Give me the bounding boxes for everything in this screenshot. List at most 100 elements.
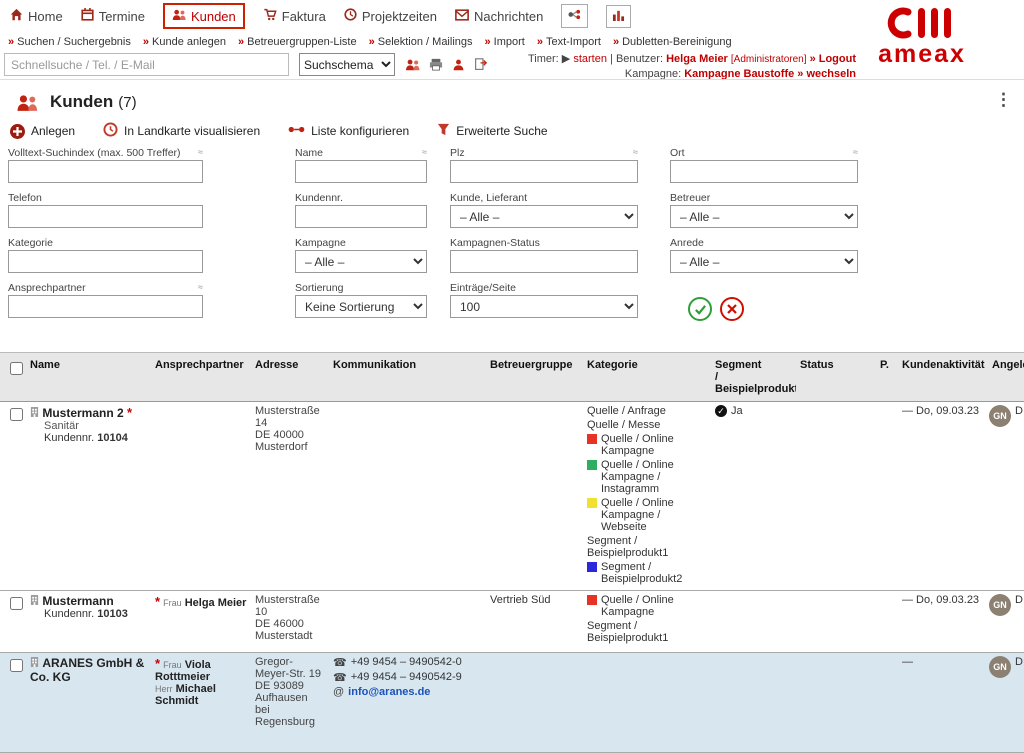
timer-start-link[interactable]: starten xyxy=(573,53,607,65)
nav-kunden-label: Kunden xyxy=(191,9,236,24)
volltext-input[interactable] xyxy=(8,160,203,183)
avatar: GN xyxy=(989,656,1011,678)
anlegen-button[interactable]: Anlegen xyxy=(10,124,75,139)
kampagnen-status-input[interactable] xyxy=(450,250,638,273)
customer-name[interactable]: ARANES GmbH & Co. KG xyxy=(30,656,144,684)
search-reset-button[interactable] xyxy=(720,297,744,321)
subnav-import-label: Import xyxy=(494,36,525,48)
subnav-dubletten-label: Dubletten-Bereinigung xyxy=(622,36,731,48)
kategorie-label: Kategorie xyxy=(8,237,53,249)
ort-input[interactable] xyxy=(670,160,858,183)
ansprechpartner-input[interactable] xyxy=(8,295,203,318)
kundennr-input[interactable] xyxy=(295,205,427,228)
contacts-icon[interactable] xyxy=(452,58,465,71)
nav-termine[interactable]: Termine xyxy=(81,8,145,24)
chevron-icon: » xyxy=(485,36,491,48)
category-color-square xyxy=(587,562,597,572)
kundennr-value: 10103 xyxy=(97,608,128,620)
nav-faktura-label: Faktura xyxy=(282,9,326,24)
category-color-square xyxy=(587,498,597,508)
clock-icon xyxy=(344,8,357,24)
eintraege-select[interactable]: 100 xyxy=(450,295,638,318)
suchschema-select[interactable]: Suchschema xyxy=(299,53,395,76)
filter-form: Volltext-Suchindex (max. 500 Treffer)≈ T… xyxy=(0,147,1024,347)
subnav-dubletten[interactable]: »Dubletten-Bereinigung xyxy=(613,36,732,48)
liste-konfigurieren-label: Liste konfigurieren xyxy=(311,124,409,138)
anrede-text: Frau xyxy=(163,598,182,608)
select-all-checkbox[interactable] xyxy=(10,362,23,375)
subnav-kunde-anlegen-label: Kunde anlegen xyxy=(152,36,226,48)
users-small-icon[interactable] xyxy=(405,58,420,71)
export-icon[interactable] xyxy=(474,58,487,71)
kundennr-label: Kundennr. xyxy=(44,432,94,444)
logout-link[interactable]: » Logout xyxy=(810,53,856,65)
kundenaktivitaet-cell: — Do, 09.03.23 xyxy=(898,402,988,590)
calendar-icon xyxy=(81,8,94,24)
row-checkbox[interactable] xyxy=(10,408,23,421)
sub-navigation: »Suchen / Suchergebnis »Kunde anlegen »B… xyxy=(0,36,865,48)
nav-faktura[interactable]: Faktura xyxy=(263,8,326,24)
page-title: Kunden xyxy=(50,92,113,112)
plz-input[interactable] xyxy=(450,160,638,183)
chevron-icon: » xyxy=(537,36,543,48)
benutzer-role: [Administratoren] xyxy=(731,54,807,65)
angelegt-text: D xyxy=(1015,594,1023,606)
nav-nachrichten-label: Nachrichten xyxy=(474,9,543,24)
table-header-row: Name Ansprechpartner Adresse Kommunikati… xyxy=(0,352,1024,402)
sortierung-select[interactable]: Keine Sortierung xyxy=(295,295,427,318)
table-row[interactable]: Mustermann Kundennr. 10103 * Frau Helga … xyxy=(0,591,1024,653)
col-status: Status xyxy=(796,356,876,398)
subnav-suchen[interactable]: »Suchen / Suchergebnis xyxy=(8,36,131,48)
liste-konfigurieren-button[interactable]: Liste konfigurieren xyxy=(288,124,409,138)
betreuer-select[interactable]: – Alle – xyxy=(670,205,858,228)
landkarte-label: In Landkarte visualisieren xyxy=(124,124,260,138)
category-label: Quelle / Online Kampagne / Webseite xyxy=(601,497,707,533)
fuzzy-icon: ≈ xyxy=(198,282,203,292)
row-checkbox[interactable] xyxy=(10,597,23,610)
relations-button[interactable] xyxy=(561,4,588,28)
search-submit-button[interactable] xyxy=(688,297,712,321)
email-link[interactable]: info@aranes.de xyxy=(348,686,430,698)
col-angelegt: Angele xyxy=(988,356,1024,398)
category-label: Segment / Beispielprodukt1 xyxy=(587,620,707,644)
kunden-page-icon xyxy=(16,93,38,112)
subnav-selektion[interactable]: »Selektion / Mailings xyxy=(369,36,473,48)
subnav-import[interactable]: »Import xyxy=(485,36,525,48)
col-ansprechpartner: Ansprechpartner xyxy=(151,356,251,398)
plz-label: Plz xyxy=(450,147,465,159)
subnav-betreuergruppen[interactable]: »Betreuergruppen-Liste xyxy=(238,36,357,48)
nav-kunden[interactable]: Kunden xyxy=(163,3,245,29)
erweiterte-suche-button[interactable]: Erweiterte Suche xyxy=(437,123,547,139)
customer-name[interactable]: Mustermann xyxy=(42,594,113,608)
statistics-button[interactable] xyxy=(606,5,631,28)
telefon-input[interactable] xyxy=(8,205,203,228)
kunde-lieferant-select[interactable]: – Alle – xyxy=(450,205,638,228)
kampagne-select[interactable]: – Alle – xyxy=(295,250,427,273)
kontakt-name[interactable]: Helga Meier xyxy=(185,597,247,609)
anrede-select[interactable]: – Alle – xyxy=(670,250,858,273)
kategorie-input[interactable] xyxy=(8,250,203,273)
nav-home[interactable]: Home xyxy=(10,8,63,24)
quicksearch-input[interactable] xyxy=(4,53,289,76)
building-icon xyxy=(30,656,39,670)
subnav-kunde-anlegen[interactable]: »Kunde anlegen xyxy=(143,36,226,48)
fuzzy-icon: ≈ xyxy=(633,147,638,157)
table-row[interactable]: ARANES GmbH & Co. KG * Frau Viola Rotttm… xyxy=(0,653,1024,753)
col-kommunikation: Kommunikation xyxy=(329,356,486,398)
brand-logo: ameax xyxy=(866,6,978,65)
add-icon xyxy=(10,124,25,139)
building-icon xyxy=(30,406,39,420)
anlegen-label: Anlegen xyxy=(31,124,75,138)
benutzer-name-link[interactable]: Helga Meier xyxy=(666,53,728,65)
customer-name[interactable]: Mustermann 2 xyxy=(42,406,123,420)
kebab-menu-icon[interactable]: ⋮ xyxy=(995,90,1012,110)
col-name: Name xyxy=(26,356,151,398)
landkarte-button[interactable]: In Landkarte visualisieren xyxy=(103,122,260,140)
nav-nachrichten[interactable]: Nachrichten xyxy=(455,9,543,24)
row-checkbox[interactable] xyxy=(10,659,23,672)
table-row[interactable]: Mustermann 2 * Sanitär Kundennr. 10104 M… xyxy=(0,402,1024,591)
subnav-text-import[interactable]: »Text-Import xyxy=(537,36,601,48)
nav-projektzeiten[interactable]: Projektzeiten xyxy=(344,8,437,24)
name-input[interactable] xyxy=(295,160,427,183)
print-icon[interactable] xyxy=(429,58,443,71)
